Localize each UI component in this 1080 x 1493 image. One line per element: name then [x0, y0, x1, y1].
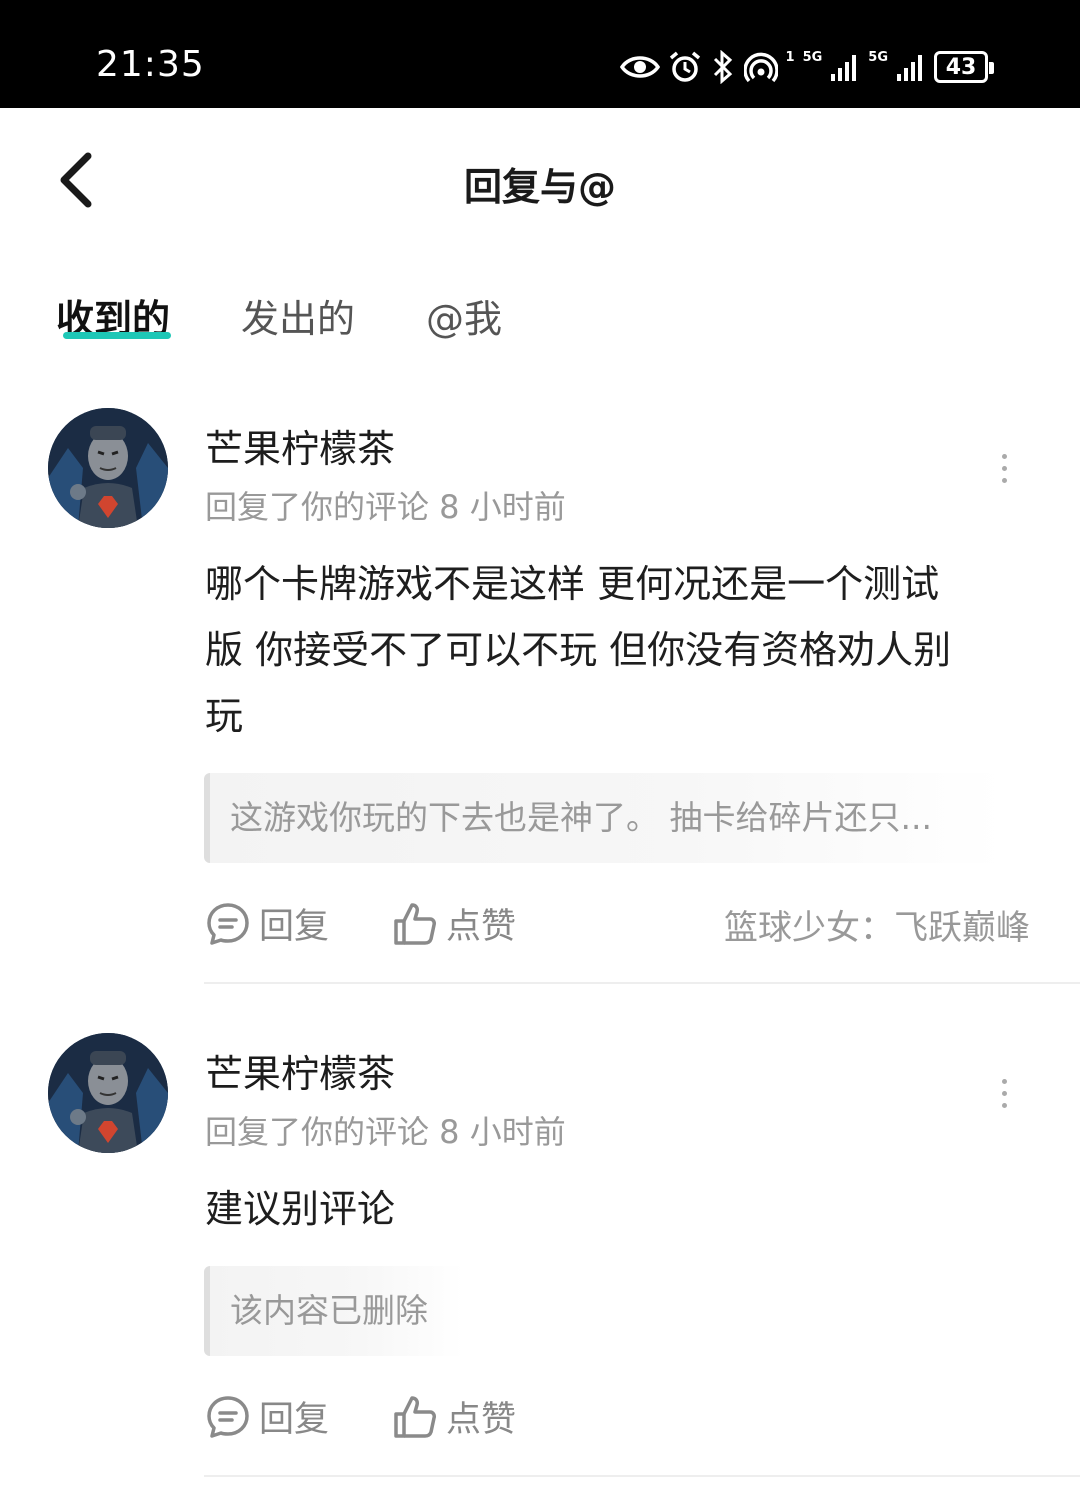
tab-bar: 收到的 发出的 @我 — [0, 280, 1080, 360]
nav-bar: 回复与@ — [0, 108, 1080, 248]
source-game-link[interactable]: 篮球少女：飞跃巅峰 — [724, 900, 1030, 949]
tab-sent[interactable]: 发出的 — [241, 288, 355, 343]
comment-line: 建议别评论 — [205, 1187, 396, 1231]
comment-line: 版 你接受不了可以不玩 但你没有资格劝人别 — [205, 628, 952, 672]
hotspot-icon — [743, 52, 778, 83]
avatar-image — [48, 1033, 168, 1153]
bluetooth-icon — [713, 50, 732, 84]
status-time: 21:35 — [96, 44, 205, 85]
signal-icon — [897, 55, 922, 81]
avatar[interactable] — [48, 408, 168, 528]
comment-content: 哪个卡牌游戏不是这样 更何况还是一个测试 版 你接受不了可以不玩 但你没有资格劝… — [205, 551, 1035, 749]
username[interactable]: 芒果柠檬茶 — [205, 1043, 395, 1098]
network-type-2: 5G — [868, 49, 888, 65]
battery-level: 43 — [945, 54, 977, 80]
tab-indicator — [63, 332, 171, 339]
comment-icon — [207, 902, 249, 945]
comment-line: 哪个卡牌游戏不是这样 更何况还是一个测试 — [205, 562, 940, 606]
like-button[interactable]: 点赞 — [392, 1391, 516, 1442]
signal-icon — [831, 55, 857, 81]
alarm-icon — [669, 51, 700, 82]
battery-icon: 43 — [934, 51, 994, 83]
thumbs-up-icon — [394, 902, 436, 945]
avatar-image — [48, 408, 168, 528]
comment-icon — [207, 1395, 249, 1438]
reply-meta: 回复了你的评论 8 小时前 — [205, 488, 566, 526]
reply-meta: 回复了你的评论 8 小时前 — [205, 1113, 566, 1151]
reply-button[interactable]: 回复 — [205, 898, 329, 949]
reply-label: 回复 — [259, 1400, 330, 1440]
reply-label: 回复 — [259, 907, 330, 947]
reply-button[interactable]: 回复 — [205, 1391, 329, 1442]
like-button[interactable]: 点赞 — [392, 898, 516, 949]
thumbs-up-icon — [394, 1395, 436, 1438]
sim-index: 1 — [785, 49, 795, 65]
eye-icon — [619, 56, 660, 78]
avatar[interactable] — [48, 1033, 168, 1153]
page-title: 回复与@ — [463, 165, 616, 209]
status-bar: 21:35 1 5G 5G 43 — [0, 0, 1080, 108]
more-options-button[interactable] — [990, 448, 1020, 488]
comment-line: 玩 — [205, 694, 244, 738]
divider — [204, 1475, 1080, 1477]
tab-mentions[interactable]: @我 — [426, 288, 502, 343]
status-icons: 1 5G 5G 43 — [619, 46, 994, 88]
quoted-comment[interactable]: 该内容已删除 — [204, 1266, 464, 1356]
comment-content: 建议别评论 — [205, 1176, 1035, 1242]
username[interactable]: 芒果柠檬茶 — [205, 418, 395, 473]
more-options-button[interactable] — [990, 1073, 1020, 1113]
divider — [204, 982, 1080, 984]
like-label: 点赞 — [446, 1400, 517, 1440]
like-label: 点赞 — [446, 907, 517, 947]
network-type-1: 5G — [802, 49, 823, 65]
quoted-comment[interactable]: 这游戏你玩的下去也是神了。 抽卡给碎片还只... — [204, 773, 1004, 863]
